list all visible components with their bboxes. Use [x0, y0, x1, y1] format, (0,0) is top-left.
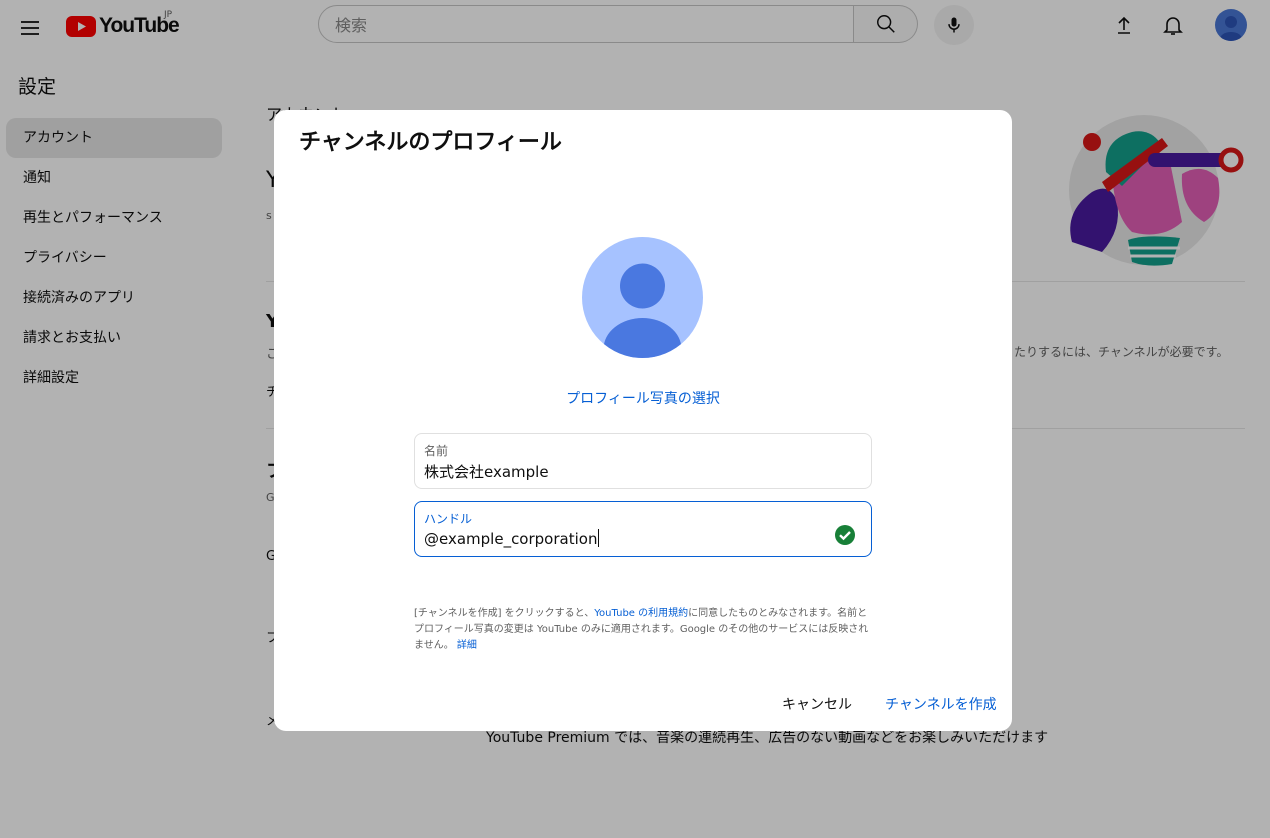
terms-of-service-link[interactable]: YouTube の利用規約	[594, 608, 688, 619]
handle-field[interactable]: ハンドル @example_corporation	[414, 501, 872, 557]
name-field-label: 名前	[424, 444, 449, 458]
learn-more-link[interactable]: 詳細	[457, 640, 477, 651]
cancel-button[interactable]: キャンセル	[782, 694, 852, 714]
terms-notice: [チャンネルを作成] をクリックすると、YouTube の利用規約に同意したもの…	[414, 606, 876, 654]
name-field[interactable]: 名前 株式会社example	[414, 433, 872, 489]
handle-field-label: ハンドル	[424, 512, 473, 526]
profile-picture[interactable]	[582, 237, 703, 358]
terms-text: [チャンネルを作成] をクリックすると、	[414, 608, 595, 619]
choose-profile-photo-link[interactable]: プロフィール写真の選択	[274, 388, 1012, 408]
create-channel-button[interactable]: チャンネルを作成	[885, 694, 997, 714]
handle-field-value[interactable]: @example_corporation	[424, 529, 600, 548]
dialog-title: チャンネルのプロフィール	[299, 130, 562, 155]
name-field-value[interactable]: 株式会社example	[424, 461, 549, 482]
handle-value-text: @example_corporation	[424, 530, 598, 548]
check-circle-icon	[835, 525, 855, 545]
default-avatar-icon	[603, 263, 682, 358]
channel-profile-dialog: チャンネルのプロフィール プロフィール写真の選択 名前 株式会社example …	[274, 110, 1012, 731]
text-caret	[598, 529, 600, 547]
